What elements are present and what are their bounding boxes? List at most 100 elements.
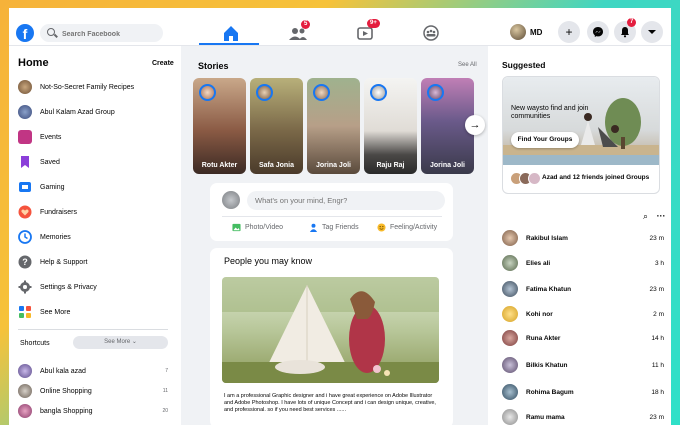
facebook-logo-icon[interactable]: f [16,24,34,42]
search-contacts-icon[interactable]: ⌕ [643,211,648,221]
arrow-right-icon: → [469,119,481,131]
sidebar-item-label: Not-So-Secret Family Recipes [40,83,135,91]
shortcut-item[interactable]: Abul kala azad 7 [18,363,168,379]
contact-name: Kohi nor [526,310,553,318]
sidebar-item-label: Events [40,133,62,141]
svg-text:?: ? [22,257,28,267]
shortcut-count: 7 [165,368,168,374]
suggested-groups-card[interactable]: New waysto find and join communities Fin… [502,76,660,194]
shortcut-label: Online Shopping [40,387,92,395]
sidebar-item-events[interactable]: Events [18,128,61,146]
contact-item[interactable]: Fatima Khatun 23 m [502,280,664,298]
shortcut-label: Abul kala azad [40,367,86,375]
story-card[interactable]: Rotu Akter [193,78,246,174]
shortcut-item[interactable]: Online Shopping 11 [18,383,168,399]
story-name: Raju Raj [376,162,405,169]
shortcuts-see-more-button[interactable]: See More ⌄ [73,336,168,349]
contact-item[interactable]: Runa Akter 14 h [502,329,664,347]
feeling-activity-button[interactable]: Feeling/Activity [377,223,437,232]
contact-time: 11 h [651,361,664,369]
contact-avatar [502,281,518,297]
create-plus-button[interactable]: + [558,21,580,43]
search-input[interactable] [60,24,164,44]
left-sidebar: Home Create Not-So-Secret Family Recipes… [9,46,181,425]
joined-groups-text: Azad and 12 friends joined Groups [542,174,650,181]
contact-item[interactable]: Elies ali 3 h [502,254,664,272]
sidebar-item-help[interactable]: ? Help & Support [18,253,87,271]
stories-next-button[interactable]: → [465,115,485,135]
bell-icon [621,27,629,38]
story-card[interactable]: Raju Raj [364,78,417,174]
person-description: I am a professional Graphic designer and… [224,393,436,413]
person-photo[interactable] [222,277,439,383]
contact-item[interactable]: Rohima Bagum 18 h [502,383,664,401]
joined-avatars [510,172,541,185]
photo-video-button[interactable]: Photo/Video [232,223,283,232]
contact-item[interactable]: Bilkis Khatun 11 h [502,356,664,374]
contact-time: 18 h [651,388,664,396]
create-link[interactable]: Create [152,60,174,67]
stories-see-all-link[interactable]: See All [458,62,477,68]
account-menu-button[interactable] [641,21,663,43]
contacts-tools: ⌕ ··· [643,211,666,222]
profile-button[interactable]: MD [510,24,542,40]
contact-time: 23 m [649,413,664,421]
contact-item[interactable]: Kohi nor 2 m [502,305,664,323]
story-card[interactable]: Safa Jonia [250,78,303,174]
contact-avatar [502,384,518,400]
search-box[interactable] [40,24,164,44]
contact-item[interactable]: Rakibul Islam 23 m [502,229,664,247]
shortcuts-title: Shortcuts [20,340,50,347]
facebook-window: f 5 9+ MD + [9,8,671,425]
sidebar-item-gaming[interactable]: Gaming [18,178,65,196]
more-options-icon[interactable]: ··· [657,211,666,221]
contact-name: Runa Akter [526,334,561,342]
friends-nav-icon[interactable]: 5 [287,20,311,44]
pymk-title: People you may know [224,256,313,266]
sidebar-item-label: Memories [40,233,71,241]
sidebar-item-family-recipes[interactable]: Not-So-Secret Family Recipes [18,78,134,96]
divider [18,329,168,330]
gaming-icon [19,182,31,192]
contact-avatar [502,255,518,271]
family-recipes-avatar [18,80,32,94]
find-your-groups-button[interactable]: Find Your Groups [511,132,579,148]
notifications-badge: 7 [627,18,637,27]
contact-name: Fatima Khatun [526,285,572,293]
whats-on-your-mind-input[interactable] [247,191,445,210]
notifications-button[interactable]: 7 [614,18,637,43]
top-bar: f 5 9+ MD + [9,8,671,46]
sidebar-item-label: Saved [40,158,60,166]
sidebar-item-settings[interactable]: Settings & Privacy [18,278,97,296]
contact-name: Elies ali [526,259,551,267]
sidebar-item-memories[interactable]: Memories [18,228,71,246]
shortcut-count: 11 [162,388,168,394]
contact-avatar [502,330,518,346]
settings-icon [18,280,32,294]
contact-name: Ramu mama [526,413,565,421]
groups-nav-icon[interactable] [420,22,442,44]
contact-item[interactable]: Ramu mama 23 m [502,408,664,425]
sidebar-item-label: Settings & Privacy [40,283,97,291]
shortcut-item[interactable]: bangla Shopping 20 [18,403,168,419]
avatar [510,24,526,40]
sidebar-item-see-more[interactable]: See More [18,303,70,321]
suggested-card-text: New waysto find and join communities [511,105,589,120]
contact-time: 3 h [654,259,664,267]
help-icon: ? [18,255,32,269]
story-avatar [427,84,444,101]
sidebar-item-saved[interactable]: Saved [18,153,60,171]
sidebar-item-fundraisers[interactable]: Fundraisers [18,203,77,221]
tag-friends-icon [309,223,318,232]
sidebar-title: Home [18,57,49,69]
see-more-label: See More [104,339,131,345]
tag-friends-button[interactable]: Tag Friends [309,223,359,232]
contact-time: 14 h [651,334,664,342]
messenger-button[interactable] [587,21,609,43]
shortcut-avatar [18,384,32,398]
home-nav-icon[interactable] [220,22,242,44]
sidebar-item-group[interactable]: Abul Kalam Azad Group [18,103,115,121]
contact-time: 23 m [649,285,664,293]
story-card[interactable]: Jorina Joli [307,78,360,174]
watch-nav-icon[interactable]: 9+ [354,19,380,44]
